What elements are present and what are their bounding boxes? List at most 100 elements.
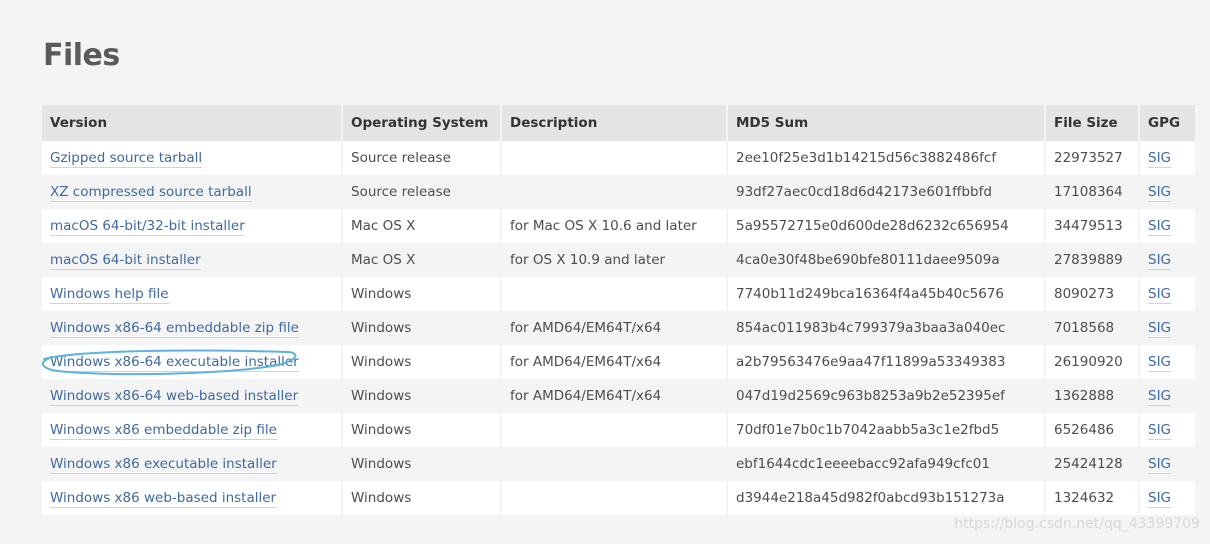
table-row: macOS 64-bit installer Mac OS Xfor OS X 1… [42, 243, 1195, 277]
cell-gpg: SIG [1140, 141, 1195, 175]
cell-file-size: 25424128 [1046, 447, 1140, 481]
cell-md5-sum: ebf1644cdc1eeeebacc92afa949cfc01 [728, 447, 1046, 481]
cell-description [502, 141, 728, 175]
table-header-row: Version Operating System Description MD5… [42, 105, 1195, 141]
cell-operating-system: Mac OS X [343, 209, 502, 243]
column-header-md5-sum: MD5 Sum [728, 105, 1046, 141]
sig-link[interactable]: SIG [1148, 456, 1172, 474]
column-header-description: Description [502, 105, 728, 141]
sig-link[interactable]: SIG [1148, 354, 1172, 372]
column-header-version: Version [42, 105, 343, 141]
cell-md5-sum: 4ca0e30f48be690bfe80111daee9509a [728, 243, 1046, 277]
cell-gpg: SIG [1140, 209, 1195, 243]
cell-md5-sum: a2b79563476e9aa47f11899a53349383 [728, 345, 1046, 379]
column-header-gpg: GPG [1140, 105, 1195, 141]
cell-operating-system: Windows [343, 345, 502, 379]
cell-gpg: SIG [1140, 447, 1195, 481]
sig-link[interactable]: SIG [1148, 490, 1172, 508]
cell-version: Windows x86 web-based installer [42, 481, 343, 515]
cell-version: Windows x86-64 web-based installer [42, 379, 343, 413]
download-link[interactable]: Windows x86 web-based installer [50, 490, 277, 508]
cell-description: for AMD64/EM64T/x64 [502, 345, 728, 379]
cell-gpg: SIG [1140, 243, 1195, 277]
cell-file-size: 27839889 [1046, 243, 1140, 277]
download-link[interactable]: Windows x86 embeddable zip file [50, 422, 277, 440]
cell-version: macOS 64-bit/32-bit installer [42, 209, 343, 243]
cell-description [502, 481, 728, 515]
cell-operating-system: Windows [343, 413, 502, 447]
sig-link[interactable]: SIG [1148, 184, 1172, 202]
cell-version: Windows x86-64 executable installer [42, 345, 343, 379]
cell-description: for AMD64/EM64T/x64 [502, 311, 728, 345]
download-link[interactable]: XZ compressed source tarball [50, 184, 252, 202]
cell-file-size: 7018568 [1046, 311, 1140, 345]
watermark: https://blog.csdn.net/qq_43399709 [954, 516, 1200, 532]
sig-link[interactable]: SIG [1148, 320, 1172, 338]
cell-operating-system: Windows [343, 447, 502, 481]
download-link[interactable]: Windows help file [50, 286, 169, 304]
download-link[interactable]: Windows x86-64 embeddable zip file [50, 320, 299, 338]
cell-md5-sum: 854ac011983b4c799379a3baa3a040ec [728, 311, 1046, 345]
cell-file-size: 26190920 [1046, 345, 1140, 379]
cell-file-size: 6526486 [1046, 413, 1140, 447]
cell-description [502, 175, 728, 209]
cell-file-size: 1362888 [1046, 379, 1140, 413]
cell-md5-sum: 2ee10f25e3d1b14215d56c3882486fcf [728, 141, 1046, 175]
table-row: Windows x86-64 embeddable zip file Window… [42, 311, 1195, 345]
cell-version: Windows x86 executable installer [42, 447, 343, 481]
cell-version: Windows x86 embeddable zip file [42, 413, 343, 447]
download-link[interactable]: Windows x86-64 web-based installer [50, 388, 299, 406]
cell-md5-sum: 70df01e7b0c1b7042aabb5a3c1e2fbd5 [728, 413, 1046, 447]
sig-link[interactable]: SIG [1148, 286, 1172, 304]
cell-md5-sum: 047d19d2569c963b8253a9b2e52395ef [728, 379, 1046, 413]
cell-gpg: SIG [1140, 277, 1195, 311]
table-row: Windows x86-64 web-based installer Window… [42, 379, 1195, 413]
cell-version: Windows x86-64 embeddable zip file [42, 311, 343, 345]
cell-version: macOS 64-bit installer [42, 243, 343, 277]
download-link[interactable]: Windows x86 executable installer [50, 456, 277, 474]
cell-description [502, 447, 728, 481]
cell-operating-system: Source release [343, 175, 502, 209]
cell-description: for Mac OS X 10.6 and later [502, 209, 728, 243]
sig-link[interactable]: SIG [1148, 218, 1172, 236]
sig-link[interactable]: SIG [1148, 388, 1172, 406]
cell-gpg: SIG [1140, 413, 1195, 447]
download-link[interactable]: Gzipped source tarball [50, 150, 203, 168]
cell-file-size: 34479513 [1046, 209, 1140, 243]
cell-gpg: SIG [1140, 175, 1195, 209]
cell-gpg: SIG [1140, 311, 1195, 345]
column-header-file-size: File Size [1046, 105, 1140, 141]
cell-md5-sum: 5a95572715e0d600de28d6232c656954 [728, 209, 1046, 243]
download-link[interactable]: Windows x86-64 executable installer [50, 354, 299, 372]
table-row: Windows x86-64 executable installer Windo… [42, 345, 1195, 379]
cell-description [502, 277, 728, 311]
cell-file-size: 1324632 [1046, 481, 1140, 515]
cell-operating-system: Mac OS X [343, 243, 502, 277]
cell-operating-system: Windows [343, 379, 502, 413]
download-link[interactable]: macOS 64-bit/32-bit installer [50, 218, 245, 236]
cell-description [502, 413, 728, 447]
download-link[interactable]: macOS 64-bit installer [50, 252, 201, 270]
cell-operating-system: Windows [343, 311, 502, 345]
page-title: Files [43, 38, 120, 73]
table-row: Gzipped source tarball Source release 2ee1… [42, 141, 1195, 175]
sig-link[interactable]: SIG [1148, 252, 1172, 270]
sig-link[interactable]: SIG [1148, 150, 1172, 168]
cell-operating-system: Windows [343, 481, 502, 515]
cell-gpg: SIG [1140, 345, 1195, 379]
cell-version: Windows help file [42, 277, 343, 311]
table-row: Windows x86 web-based installer Windows d3… [42, 481, 1195, 515]
table-row: Windows x86 embeddable zip file Windows 70… [42, 413, 1195, 447]
cell-description: for AMD64/EM64T/x64 [502, 379, 728, 413]
cell-gpg: SIG [1140, 379, 1195, 413]
column-header-operating-system: Operating System [343, 105, 502, 141]
sig-link[interactable]: SIG [1148, 422, 1172, 440]
cell-file-size: 22973527 [1046, 141, 1140, 175]
cell-gpg: SIG [1140, 481, 1195, 515]
cell-version: Gzipped source tarball [42, 141, 343, 175]
files-table: Version Operating System Description MD5… [42, 105, 1195, 515]
cell-file-size: 17108364 [1046, 175, 1140, 209]
cell-md5-sum: 7740b11d249bca16364f4a45b40c5676 [728, 277, 1046, 311]
cell-description: for OS X 10.9 and later [502, 243, 728, 277]
cell-md5-sum: 93df27aec0cd18d6d42173e601ffbbfd [728, 175, 1046, 209]
